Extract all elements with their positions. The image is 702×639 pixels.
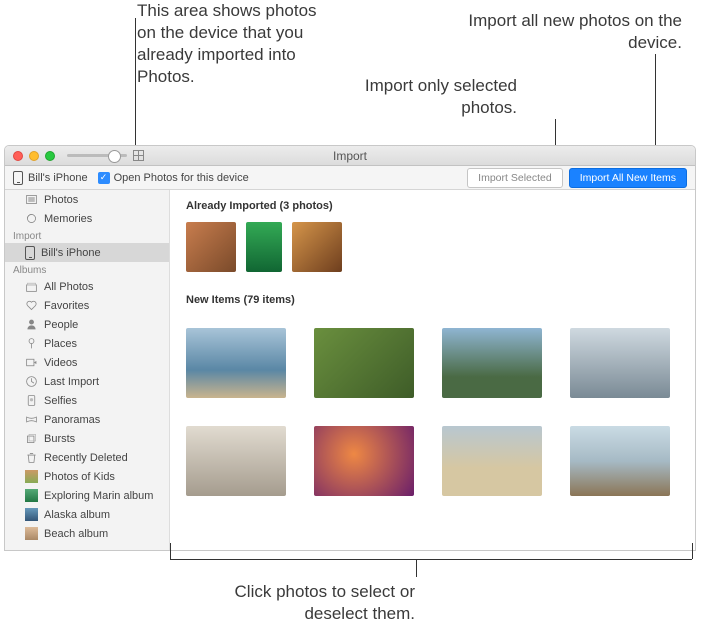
callout-import-all: Import all new photos on the device. — [432, 10, 682, 54]
annotations-bottom: Click photos to select or deselect them. — [0, 559, 702, 639]
new-items-heading: New Items (79 items) — [170, 276, 695, 312]
video-icon — [25, 356, 38, 369]
annotations-top: This area shows photos on the device tha… — [0, 0, 702, 145]
photos-icon — [25, 193, 38, 206]
sidebar-item-album[interactable]: Exploring Marin album — [5, 486, 169, 505]
pin-icon — [25, 337, 38, 350]
photo-thumbnail[interactable] — [292, 222, 342, 272]
photo-thumbnail[interactable] — [314, 328, 414, 398]
callout-import-selected: Import only selected photos. — [327, 75, 517, 119]
device-name: Bill's iPhone — [28, 172, 88, 184]
sidebar-item-album[interactable]: Beach album — [5, 524, 169, 543]
import-selected-button[interactable]: Import Selected — [467, 168, 563, 188]
new-items-grid — [170, 312, 695, 512]
sidebar-item-last-import[interactable]: Last Import — [5, 372, 169, 391]
sidebar-item-videos[interactable]: Videos — [5, 353, 169, 372]
album-icon — [25, 470, 38, 483]
sidebar-item-recently-deleted[interactable]: Recently Deleted — [5, 448, 169, 467]
album-icon — [25, 527, 38, 540]
panorama-icon — [25, 413, 38, 426]
stack-icon — [25, 280, 38, 293]
device-icon — [25, 246, 35, 260]
sidebar-item-all-photos[interactable]: All Photos — [5, 277, 169, 296]
device-icon — [13, 171, 23, 185]
titlebar: Import — [5, 146, 695, 166]
window-title: Import — [5, 149, 695, 163]
import-toolbar: Bill's iPhone ✓ Open Photos for this dev… — [5, 166, 695, 190]
sidebar-item-memories[interactable]: Memories — [5, 209, 169, 228]
sidebar-item-bursts[interactable]: Bursts — [5, 429, 169, 448]
callout-already-imported: This area shows photos on the device tha… — [137, 0, 337, 88]
open-photos-label: Open Photos for this device — [114, 172, 249, 184]
photo-thumbnail[interactable] — [246, 222, 282, 272]
sidebar-item-album[interactable]: Alaska album — [5, 505, 169, 524]
photo-thumbnail[interactable] — [570, 328, 670, 398]
sidebar-item-panoramas[interactable]: Panoramas — [5, 410, 169, 429]
callout-click-select: Click photos to select or deselect them. — [225, 581, 415, 625]
album-icon — [25, 489, 38, 502]
sidebar-item-device[interactable]: Bill's iPhone — [5, 243, 169, 262]
sidebar-item-people[interactable]: People — [5, 315, 169, 334]
sidebar-item-favorites[interactable]: Favorites — [5, 296, 169, 315]
sidebar-section-albums: Albums — [5, 262, 169, 277]
sidebar-section-import: Import — [5, 228, 169, 243]
photo-thumbnail[interactable] — [186, 222, 236, 272]
photo-thumbnail[interactable] — [570, 426, 670, 496]
photo-thumbnail[interactable] — [186, 426, 286, 496]
photo-thumbnail[interactable] — [442, 328, 542, 398]
album-icon — [25, 508, 38, 521]
clock-icon — [25, 375, 38, 388]
sidebar-item-places[interactable]: Places — [5, 334, 169, 353]
sidebar-item-selfies[interactable]: Selfies — [5, 391, 169, 410]
photos-app-window: Import Bill's iPhone ✓ Open Photos for t… — [4, 145, 696, 551]
trash-icon — [25, 451, 38, 464]
already-imported-heading: Already Imported (3 photos) — [170, 190, 695, 218]
burst-icon — [25, 432, 38, 445]
sidebar: Photos Memories Import Bill's iPhone Alb… — [5, 190, 170, 550]
import-content: Already Imported (3 photos) New Items (7… — [170, 190, 695, 550]
already-imported-row — [170, 218, 695, 276]
open-photos-checkbox[interactable]: ✓ — [98, 172, 110, 184]
people-icon — [25, 318, 38, 331]
photo-thumbnail[interactable] — [442, 426, 542, 496]
photo-thumbnail[interactable] — [314, 426, 414, 496]
selfie-icon — [25, 394, 38, 407]
sidebar-item-photos[interactable]: Photos — [5, 190, 169, 209]
sidebar-item-album[interactable]: Photos of Kids — [5, 467, 169, 486]
import-all-button[interactable]: Import All New Items — [569, 168, 687, 188]
heart-icon — [25, 299, 38, 312]
memories-icon — [25, 212, 38, 225]
photo-thumbnail[interactable] — [186, 328, 286, 398]
